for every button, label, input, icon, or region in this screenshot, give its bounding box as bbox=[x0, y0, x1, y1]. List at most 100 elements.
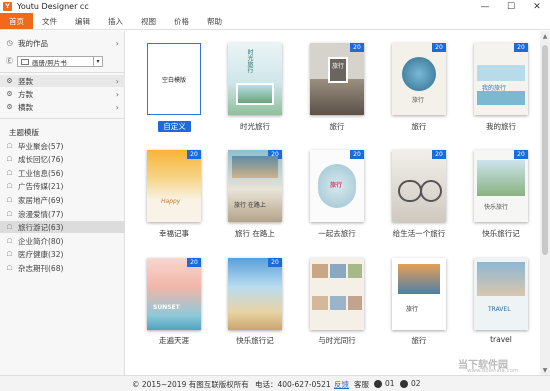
badge-count: 20 bbox=[432, 150, 446, 159]
photo-thumbnail bbox=[310, 79, 364, 115]
gear-icon: ⚙ bbox=[6, 103, 13, 111]
theme-item[interactable]: ☖ 医疗健康(32) bbox=[0, 248, 125, 260]
theme-item[interactable]: ☖ 杂志期刊(68) bbox=[0, 262, 125, 274]
scroll-down-icon[interactable]: ▼ bbox=[540, 365, 550, 375]
template-card[interactable]: 20 旅行 bbox=[392, 43, 446, 115]
badge-count: 20 bbox=[268, 258, 282, 267]
product-type-select[interactable]: 画册/照片书 ▾ bbox=[17, 56, 103, 67]
feedback-link[interactable]: 反馈 bbox=[334, 379, 349, 390]
badge-count: 20 bbox=[350, 150, 364, 159]
bicycle-wheel-icon bbox=[420, 180, 442, 202]
theme-item[interactable]: ☖ 广告传媒(21) bbox=[0, 180, 125, 192]
divider bbox=[0, 118, 125, 119]
tag-icon: ☖ bbox=[6, 169, 13, 177]
template-card[interactable]: 20 旅行 在路上 bbox=[228, 150, 282, 222]
template-card[interactable]: 20 我的旅行 bbox=[474, 43, 528, 115]
my-works-item[interactable]: ◷ 我的作品 › bbox=[0, 37, 125, 49]
tag-icon: ☖ bbox=[6, 264, 13, 272]
theme-item[interactable]: ☖ 成长回忆(76) bbox=[0, 153, 125, 165]
qq-icon[interactable] bbox=[400, 380, 408, 388]
card-label: 旅行 bbox=[329, 122, 345, 131]
vertical-scrollbar[interactable]: ▲ ▼ bbox=[540, 31, 550, 375]
tag-icon: ☖ bbox=[6, 210, 13, 218]
phone-text: 电话：400-627-0521 bbox=[255, 380, 331, 389]
theme-item[interactable]: ☖ 毕业聚会(57) bbox=[0, 140, 125, 152]
theme-item[interactable]: ☖ 工业信息(56) bbox=[0, 167, 125, 179]
scrollbar-thumb[interactable] bbox=[542, 45, 548, 255]
theme-item[interactable]: ☖ 企业简介(80) bbox=[0, 235, 125, 247]
title-bar: Y Youtu Designer cc — ☐ ✕ bbox=[0, 0, 550, 13]
template-card[interactable]: 20 SUNSET bbox=[147, 258, 201, 330]
product-type-value: 画册/照片书 bbox=[32, 58, 67, 67]
tag-icon: ☖ bbox=[6, 182, 13, 190]
menu-price[interactable]: 价格 bbox=[165, 13, 198, 29]
photo-thumbnail bbox=[477, 262, 525, 296]
photo-thumbnail bbox=[330, 296, 346, 310]
theme-item-selected[interactable]: ☖ 旅行游记(63) bbox=[0, 221, 125, 233]
tag-icon: ☖ bbox=[6, 250, 13, 258]
watermark-sub: www.downxia.com bbox=[467, 368, 519, 374]
orientation-square[interactable]: ⚙ 方款 › bbox=[0, 88, 125, 100]
tag-icon: ☖ bbox=[6, 155, 13, 163]
menu-view[interactable]: 视图 bbox=[132, 13, 165, 29]
menu-insert[interactable]: 插入 bbox=[99, 13, 132, 29]
photo-thumbnail bbox=[312, 296, 328, 310]
template-card[interactable]: TRAVEL bbox=[474, 258, 528, 330]
theme-item[interactable]: ☖ 浪漫爱情(77) bbox=[0, 208, 125, 220]
theme-item[interactable]: ☖ 家居地产(69) bbox=[0, 194, 125, 206]
template-card[interactable]: 20 Happy bbox=[147, 150, 201, 222]
sidebar: ◷ 我的作品 › Ⓔ 画册/照片书 ▾ ⚙ 竖款 › ⚙ 方款 › ⚙ 横款 ›… bbox=[0, 31, 125, 375]
template-card[interactable]: 20 快乐旅行 bbox=[474, 150, 528, 222]
card-label: 给生活一个旅行 bbox=[392, 229, 446, 238]
card-label: 快乐旅行记 bbox=[236, 336, 274, 345]
tag-icon: ☖ bbox=[6, 142, 13, 150]
template-card[interactable]: 20 旅行 bbox=[310, 43, 364, 115]
tag-icon: ☖ bbox=[6, 223, 13, 231]
orientation-landscape[interactable]: ⚙ 横款 › bbox=[0, 101, 125, 113]
photo-thumbnail bbox=[348, 296, 362, 310]
card-label: 旅行 bbox=[411, 336, 427, 345]
card-label[interactable]: 自定义 bbox=[158, 121, 191, 132]
card-label: 幸福记事 bbox=[159, 229, 189, 238]
template-card[interactable]: 时光旅行 bbox=[228, 43, 282, 115]
template-card[interactable]: 20 旅行 bbox=[310, 150, 364, 222]
photo-thumbnail bbox=[477, 65, 525, 81]
badge-count: 20 bbox=[187, 258, 201, 267]
book-icon bbox=[21, 58, 29, 65]
menu-edit[interactable]: 编辑 bbox=[66, 13, 99, 29]
minimize-button[interactable]: — bbox=[472, 0, 498, 13]
app-logo-icon: Y bbox=[3, 2, 12, 11]
card-label: 与时光同行 bbox=[318, 336, 356, 345]
window-title: Youtu Designer cc bbox=[17, 2, 89, 11]
qq-icon[interactable] bbox=[374, 380, 382, 388]
divider bbox=[0, 72, 125, 73]
dropdown-arrow-icon[interactable]: ▾ bbox=[93, 57, 102, 66]
menu-home[interactable]: 首页 bbox=[0, 13, 33, 29]
template-card[interactable]: 20 bbox=[228, 258, 282, 330]
template-card[interactable]: 旅行 bbox=[392, 258, 446, 330]
menu-help[interactable]: 帮助 bbox=[198, 13, 231, 29]
maximize-button[interactable]: ☐ bbox=[498, 0, 524, 13]
photo-thumbnail bbox=[398, 264, 440, 294]
e-circle-icon: Ⓔ bbox=[6, 57, 13, 65]
badge-count: 20 bbox=[514, 43, 528, 52]
photo-thumbnail bbox=[477, 160, 525, 196]
blank-template-card[interactable]: 空白模版 bbox=[147, 43, 201, 115]
photo-thumbnail bbox=[402, 57, 436, 91]
template-card[interactable]: 20 bbox=[392, 150, 446, 222]
menu-file[interactable]: 文件 bbox=[33, 13, 66, 29]
chevron-right-icon: › bbox=[115, 102, 119, 112]
orientation-label: 横款 bbox=[18, 102, 33, 112]
close-button[interactable]: ✕ bbox=[524, 0, 550, 13]
template-card[interactable] bbox=[310, 258, 364, 330]
photo-thumbnail bbox=[232, 156, 278, 178]
scroll-up-icon[interactable]: ▲ bbox=[540, 31, 550, 41]
qq-2-label[interactable]: 02 bbox=[411, 379, 421, 388]
chevron-right-icon: › bbox=[115, 76, 119, 86]
card-label: 走遍天涯 bbox=[159, 336, 189, 345]
badge-count: 20 bbox=[432, 43, 446, 52]
orientation-portrait[interactable]: ⚙ 竖款 › bbox=[0, 75, 125, 87]
gear-icon: ⚙ bbox=[6, 77, 13, 85]
qq-1-label[interactable]: 01 bbox=[385, 379, 395, 388]
bicycle-wheel-icon bbox=[398, 180, 422, 202]
